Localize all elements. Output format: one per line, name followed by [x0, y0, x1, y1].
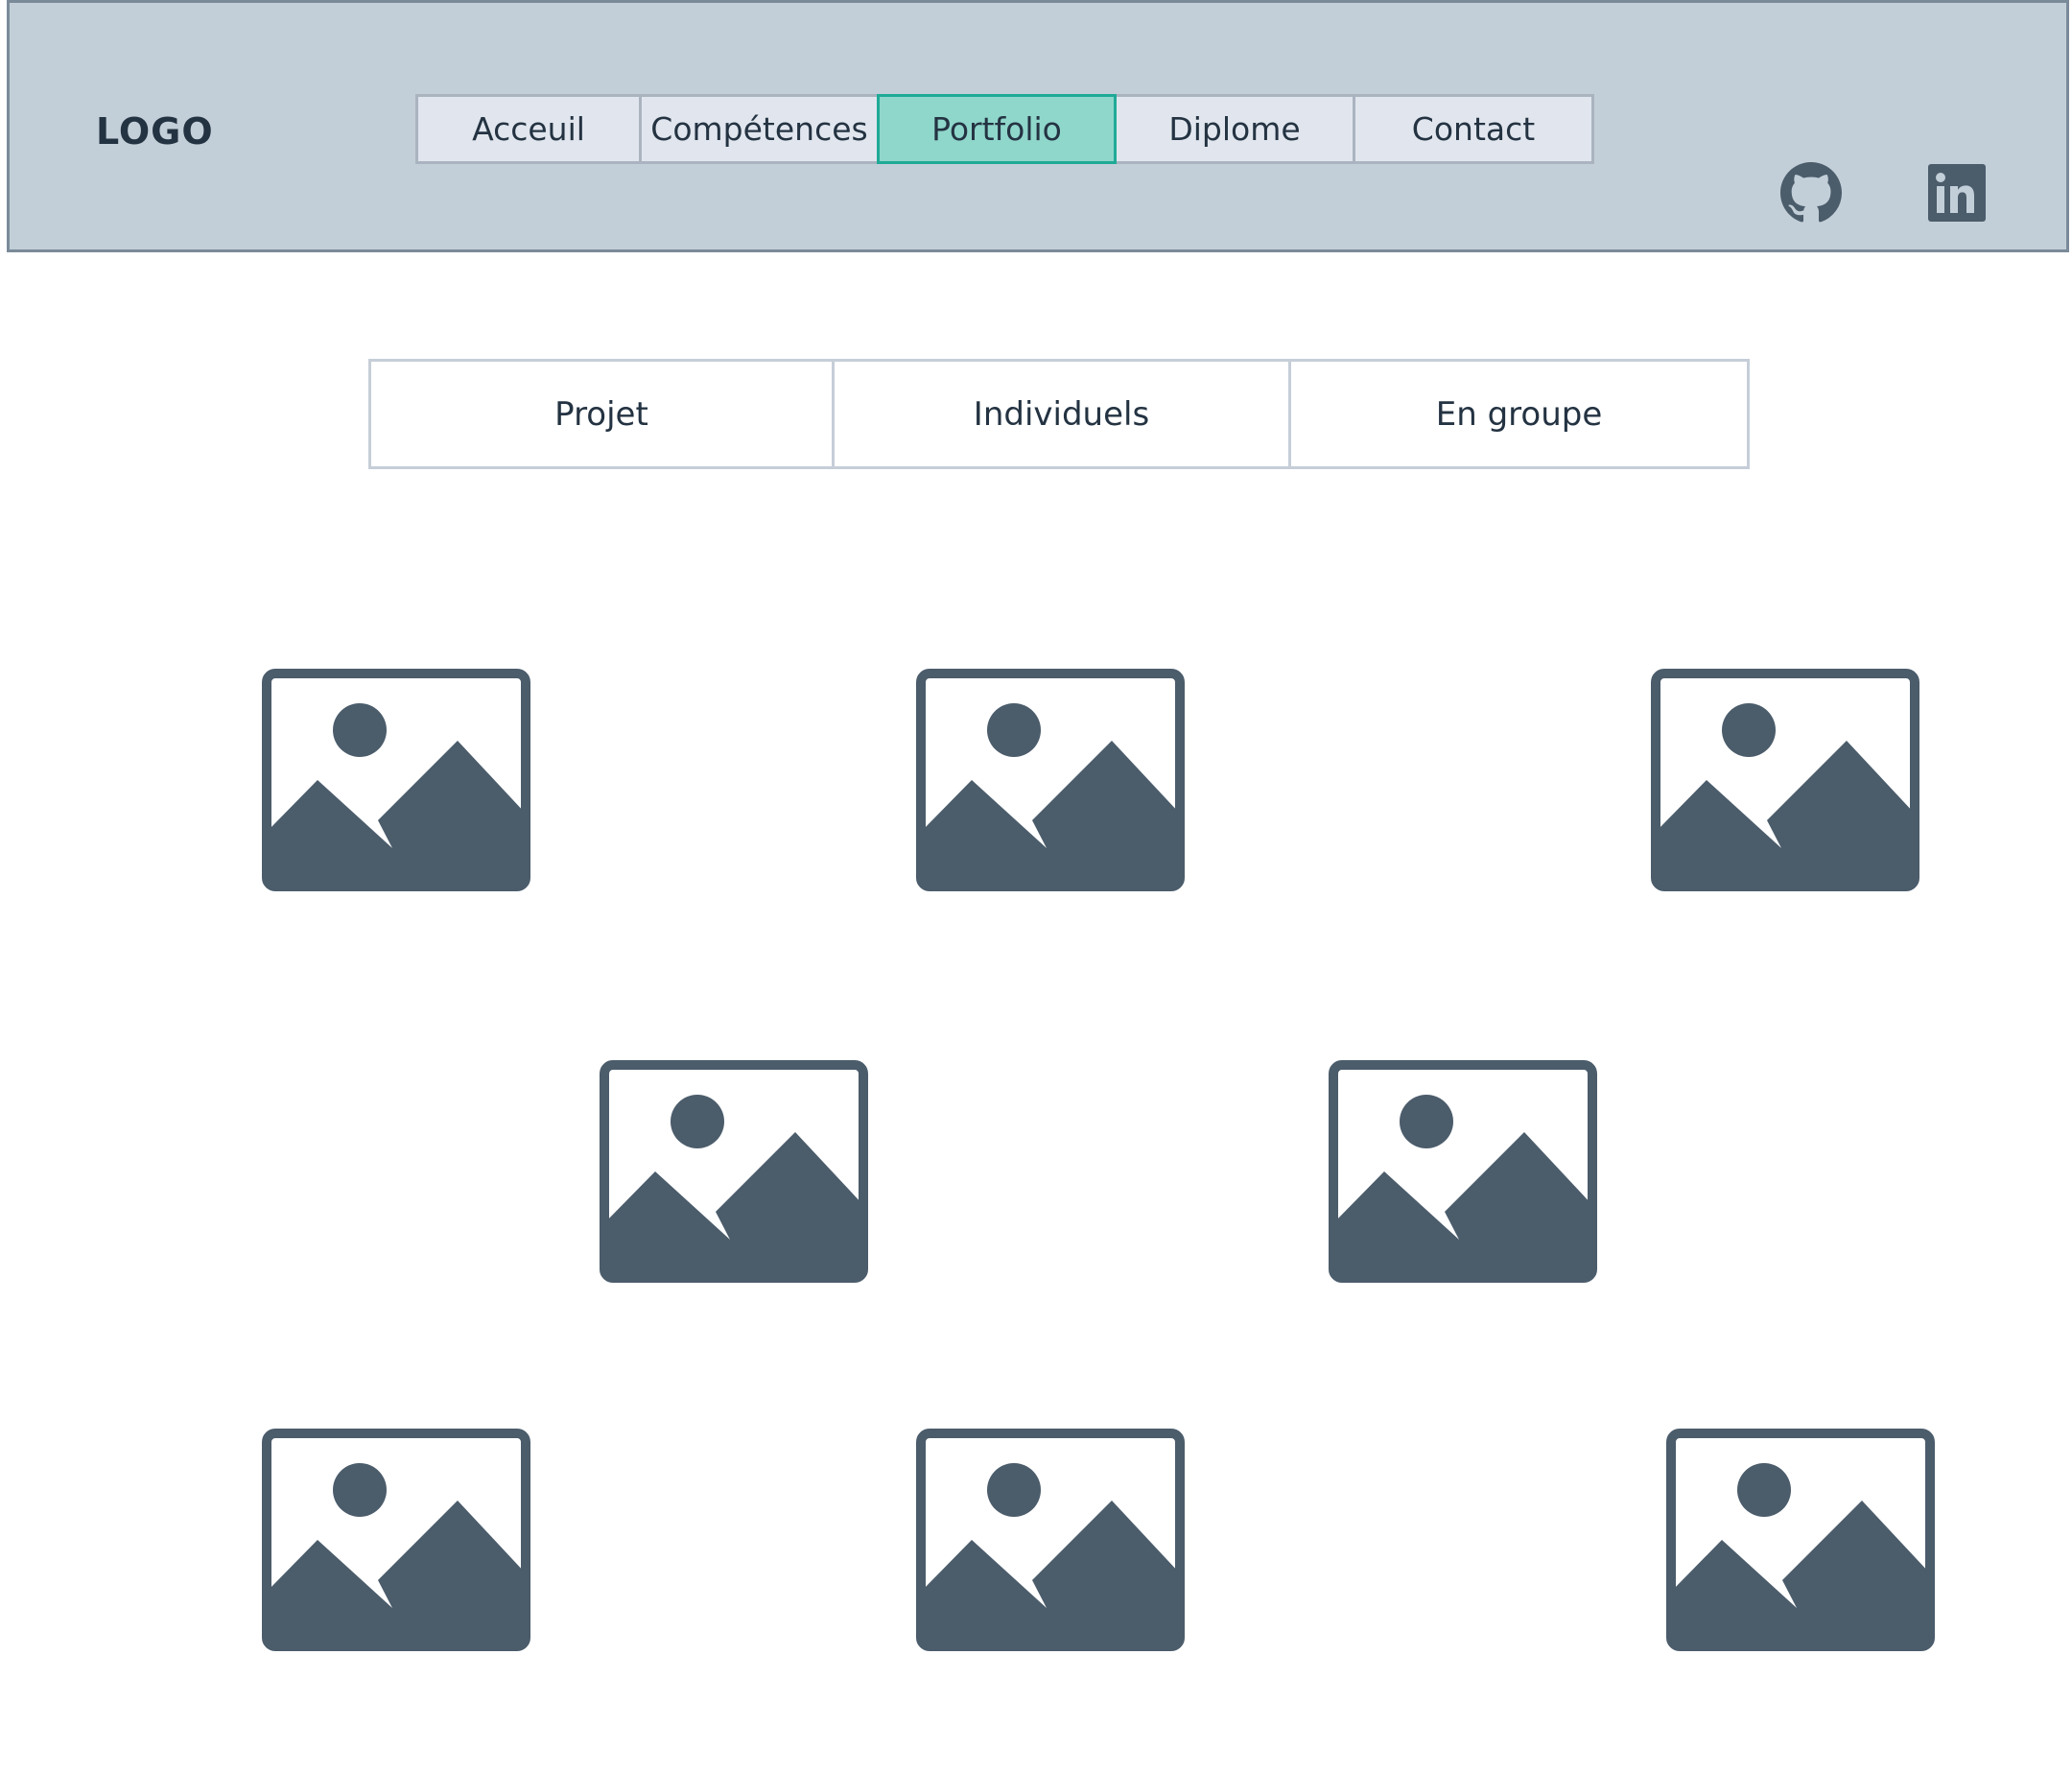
image-placeholder-icon[interactable]: [916, 1429, 1185, 1651]
nav-item-diplome[interactable]: Diplome: [1114, 94, 1355, 164]
image-placeholder-icon[interactable]: [262, 669, 530, 891]
main-nav: Acceuil Compétences Portfolio Diplome Co…: [415, 94, 1594, 164]
tab-en-groupe[interactable]: En groupe: [1288, 362, 1747, 466]
linkedin-icon[interactable]: [1928, 164, 1986, 222]
image-placeholder-icon[interactable]: [1666, 1429, 1935, 1651]
nav-item-acceuil[interactable]: Acceuil: [415, 94, 642, 164]
nav-item-portfolio[interactable]: Portfolio: [877, 94, 1117, 164]
github-icon[interactable]: [1780, 162, 1842, 224]
logo[interactable]: LOGO: [96, 110, 214, 153]
project-filter-tabs: Projet Individuels En groupe: [368, 359, 1750, 469]
tab-projet[interactable]: Projet: [371, 362, 832, 466]
tab-individuels[interactable]: Individuels: [832, 362, 1288, 466]
nav-item-contact[interactable]: Contact: [1353, 94, 1594, 164]
image-placeholder-icon[interactable]: [262, 1429, 530, 1651]
image-placeholder-icon[interactable]: [1329, 1060, 1597, 1283]
image-placeholder-icon[interactable]: [916, 669, 1185, 891]
image-placeholder-icon[interactable]: [1651, 669, 1919, 891]
site-header: LOGO Acceuil Compétences Portfolio Diplo…: [7, 0, 2069, 252]
image-placeholder-icon[interactable]: [600, 1060, 868, 1283]
nav-item-competences[interactable]: Compétences: [639, 94, 880, 164]
